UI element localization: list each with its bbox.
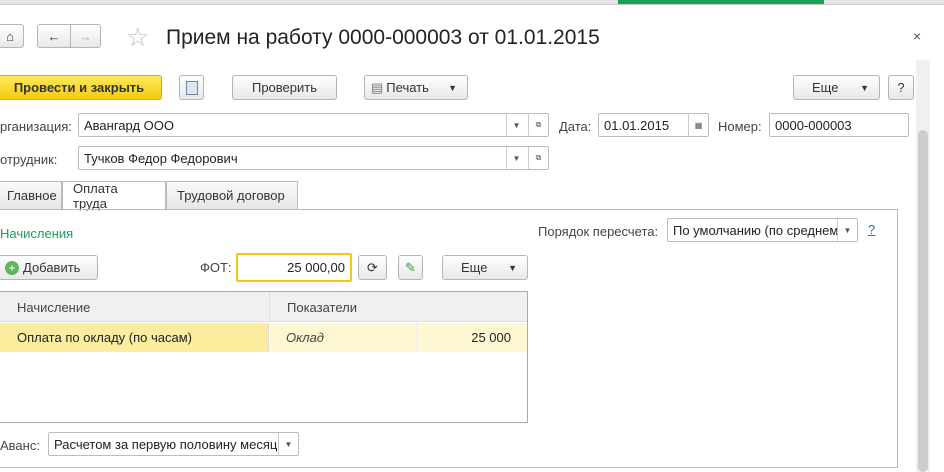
number-value: 0000-000003	[775, 117, 852, 133]
close-icon[interactable]: ×	[913, 28, 921, 44]
chevron-down-icon: ▼	[860, 82, 869, 93]
recalc-value: По умолчанию (по среднем	[673, 222, 839, 238]
open-icon[interactable]: ⧉	[528, 114, 548, 136]
indicator-text: Оклад	[286, 330, 324, 345]
dropdown-button[interactable]: ▼	[506, 114, 526, 136]
advance-value: Расчетом за первую половину месяц	[54, 436, 278, 452]
fot-label: ФОТ:	[200, 260, 232, 275]
save-button[interactable]	[179, 75, 204, 100]
post-and-close-button[interactable]: Провести и закрыть	[0, 75, 162, 100]
section-title: Начисления	[0, 226, 74, 241]
more-label: Еще	[812, 80, 839, 95]
column-divider	[269, 292, 270, 322]
chevron-down-icon: ▼	[448, 82, 457, 93]
table-more-button[interactable]: Еще ▼	[442, 255, 528, 280]
more-button[interactable]: Еще ▼	[793, 75, 880, 100]
print-button[interactable]: ▤ Печать ▼	[364, 75, 468, 100]
pencil-icon: ✎	[405, 259, 416, 275]
add-label: Добавить	[23, 260, 81, 275]
value-cell: 25 000	[417, 323, 527, 352]
employee-field[interactable]: Тучков Федор Федорович ▼ ⧉	[78, 146, 549, 170]
recalc-select[interactable]: По умолчанию (по среднем ▼	[667, 218, 858, 242]
organization-label: рганизация:	[0, 119, 72, 134]
tab-payment[interactable]: Оплата труда	[62, 181, 166, 211]
employee-value: Тучков Федор Федорович	[84, 150, 238, 166]
fot-field[interactable]: 25 000,00	[236, 253, 352, 282]
back-button[interactable]: ←	[37, 24, 71, 48]
help-button[interactable]: ?	[888, 75, 914, 100]
column-header-accrual[interactable]: Начисление	[17, 300, 90, 315]
recalc-help-link[interactable]: ?	[868, 222, 875, 237]
date-field[interactable]: 01.01.2015 ▦	[598, 113, 709, 137]
advance-select[interactable]: Расчетом за первую половину месяц ▼	[48, 432, 299, 456]
printer-icon: ▤	[371, 79, 384, 95]
employee-label: отрудник:	[0, 152, 58, 167]
organization-field[interactable]: Авангард ООО ▼ ⧉	[78, 113, 549, 137]
print-label: Печать	[386, 80, 429, 95]
tab-panel-bottom	[0, 467, 898, 468]
home-button[interactable]: ⌂	[0, 24, 24, 48]
number-field[interactable]: 0000-000003	[769, 113, 909, 137]
favorite-star-icon[interactable]: ☆	[126, 22, 149, 53]
date-label: Дата:	[559, 119, 592, 134]
active-window-tab[interactable]	[618, 0, 824, 4]
refresh-icon: ⟳	[367, 259, 378, 275]
organization-value: Авангард ООО	[84, 117, 174, 133]
accruals-table: Начисление Показатели Оплата по окладу (…	[0, 291, 528, 423]
column-header-indicators[interactable]: Показатели	[287, 300, 357, 315]
add-icon: +	[5, 260, 19, 275]
chevron-down-icon: ▼	[508, 262, 517, 273]
dropdown-button[interactable]: ▼	[506, 147, 526, 169]
edit-button[interactable]: ✎	[398, 255, 423, 280]
value-text: 25 000	[471, 330, 511, 345]
forward-button[interactable]: →	[70, 24, 101, 48]
scrollbar-thumb[interactable]	[918, 130, 928, 472]
check-button[interactable]: Проверить	[232, 75, 337, 100]
vertical-scrollbar[interactable]	[916, 60, 930, 472]
number-label: Номер:	[718, 119, 762, 134]
home-icon: ⌂	[6, 28, 14, 44]
tab-main[interactable]: Главное	[0, 181, 62, 209]
table-header: Начисление Показатели	[0, 292, 527, 322]
tab-labor-contract[interactable]: Трудовой договор	[166, 181, 298, 209]
recalc-label: Порядок пересчета:	[538, 224, 659, 239]
dropdown-button[interactable]: ▼	[278, 433, 298, 455]
add-button[interactable]: + Добавить	[0, 255, 98, 280]
more-label: Еще	[461, 260, 488, 275]
calendar-icon[interactable]: ▦	[688, 114, 708, 136]
open-icon[interactable]: ⧉	[528, 147, 548, 169]
indicator-cell: Оклад	[270, 323, 417, 352]
dropdown-button[interactable]: ▼	[837, 219, 857, 241]
date-value: 01.01.2015	[604, 117, 670, 133]
page-title: Прием на работу 0000-000003 от 01.01.201…	[166, 26, 600, 49]
accrual-text: Оплата по окладу (по часам)	[17, 330, 192, 345]
table-row[interactable]: Оплата по окладу (по часам) Оклад 25 000	[0, 323, 527, 352]
save-icon	[185, 80, 198, 95]
accrual-cell: Оплата по окладу (по часам)	[0, 323, 269, 352]
advance-label: Аванс:	[0, 438, 40, 453]
fot-value: 25 000,00	[287, 260, 345, 275]
refresh-button[interactable]: ⟳	[358, 255, 387, 280]
